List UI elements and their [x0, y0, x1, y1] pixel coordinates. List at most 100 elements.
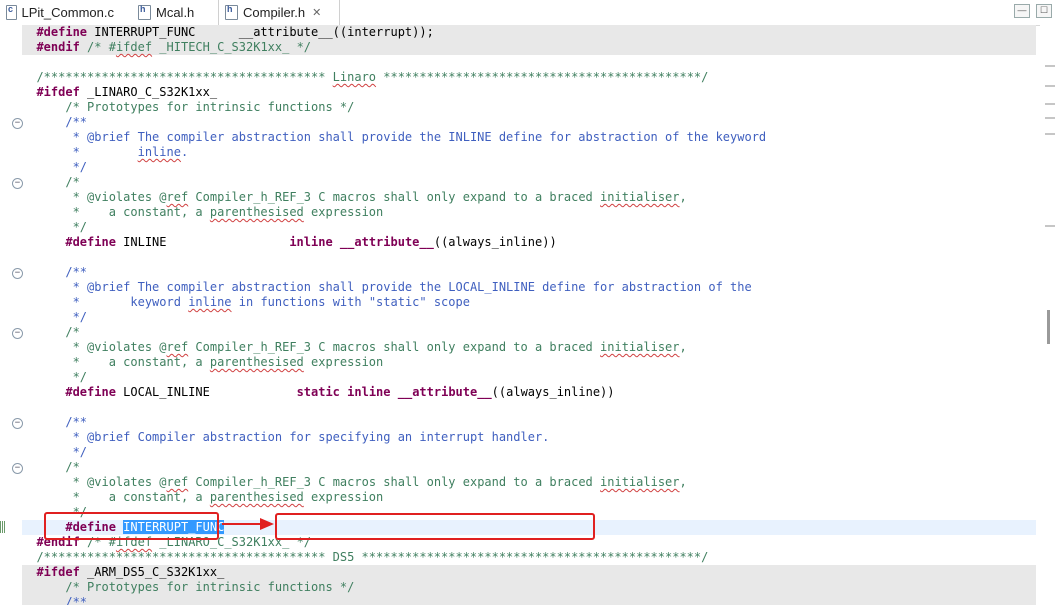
- doc-comment: * @brief The compiler abstraction shall …: [65, 130, 767, 144]
- spelling-warning: ifdef: [115, 40, 153, 54]
- comment: Linaro: [333, 70, 376, 84]
- code-line[interactable]: * @violates @ref Compiler_h_REF_3 C macr…: [22, 340, 1036, 355]
- code-line[interactable]: * a constant, a parenthesised expression: [22, 205, 1036, 220]
- comment: * a constant, a: [65, 490, 210, 504]
- comment: * @violates @: [65, 475, 167, 489]
- code-line[interactable]: */: [22, 220, 1036, 235]
- code-line[interactable]: #define LOCAL_INLINE static inline __att…: [22, 385, 1036, 400]
- comment: ref: [167, 190, 189, 204]
- doc-comment: .: [180, 145, 189, 159]
- doc-comment: *: [65, 145, 138, 159]
- comment: expression: [303, 355, 384, 369]
- comment: /* Prototypes for intrinsic functions */: [65, 100, 355, 114]
- doc-comment: */: [65, 445, 88, 459]
- tab-compiler-h[interactable]: h Compiler.h ✕: [218, 0, 340, 25]
- keyword: #define: [36, 25, 88, 39]
- tab-label: Mcal.h: [156, 5, 195, 20]
- comment: initialiser: [600, 340, 679, 354]
- overview-marker: [1045, 103, 1055, 105]
- comment: _HITECH_C_S32K1xx_ */: [152, 40, 312, 54]
- code-line[interactable]: /*: [22, 325, 1036, 340]
- code-line[interactable]: #define INLINE inline __attribute__((alw…: [22, 235, 1036, 250]
- code-line[interactable]: * @violates @ref Compiler_h_REF_3 C macr…: [22, 190, 1036, 205]
- editor-tab-bar: c LPit_Common.c h Mcal.h h Compiler.h ✕ …: [0, 0, 1058, 26]
- code-line[interactable]: * @violates @ref Compiler_h_REF_3 C macr…: [22, 475, 1036, 490]
- overview-marker: [1045, 117, 1055, 119]
- c-source-file-icon: c: [6, 4, 17, 20]
- code-line[interactable]: * @brief The compiler abstraction shall …: [22, 280, 1036, 295]
- doc-comment: inline: [138, 145, 181, 159]
- keyword: inline: [289, 235, 333, 249]
- code-line[interactable]: * keyword inline in functions with "stat…: [22, 295, 1036, 310]
- code-line[interactable]: * @brief Compiler abstraction for specif…: [22, 430, 1036, 445]
- comment: /***************************************…: [36, 550, 709, 564]
- overview-marker: [1045, 85, 1055, 87]
- spelling-warning: inline: [188, 295, 232, 309]
- annotation-empty-box: [275, 513, 595, 540]
- code-line[interactable]: [22, 250, 1036, 265]
- code-line[interactable]: /* Prototypes for intrinsic functions */: [22, 100, 1036, 115]
- comment: expression: [303, 205, 384, 219]
- code-line[interactable]: #define INTERRUPT_FUNC __attribute__((in…: [22, 25, 1036, 40]
- code-line[interactable]: /***************************************…: [22, 550, 1036, 565]
- keyword: #define: [65, 385, 116, 399]
- keyword: inline: [347, 385, 391, 399]
- code-line[interactable]: /**: [22, 415, 1036, 430]
- header-file-icon: h: [138, 4, 151, 20]
- code-line[interactable]: * a constant, a parenthesised expression: [22, 355, 1036, 370]
- doc-comment: /**: [65, 265, 88, 279]
- code-line[interactable]: #ifdef _ARM_DS5_C_S32K1xx_: [22, 565, 1036, 580]
- keyword: #endif: [36, 40, 80, 54]
- overview-marker: [1045, 65, 1055, 67]
- comment: parenthesised: [210, 355, 304, 369]
- comment: * a constant, a: [65, 355, 210, 369]
- overview-marker: [1045, 225, 1055, 227]
- vertical-scrollbar[interactable]: [1040, 25, 1058, 605]
- code-line[interactable]: [22, 400, 1036, 415]
- doc-comment: /**: [65, 415, 88, 429]
- code-line[interactable]: #endif /* #ifdef _HITECH_C_S32K1xx_ */: [22, 40, 1036, 55]
- doc-comment: in functions with "static" scope: [231, 295, 470, 309]
- spelling-warning: Linaro: [332, 70, 377, 84]
- code-line[interactable]: * @brief The compiler abstraction shall …: [22, 130, 1036, 145]
- tab-mcal-h[interactable]: h Mcal.h: [134, 0, 218, 25]
- change-marker-icon: [0, 521, 6, 533]
- keyword: __attribute__: [397, 385, 492, 399]
- code-line[interactable]: /* Prototypes for intrinsic functions */: [22, 580, 1036, 595]
- code-line[interactable]: /*: [22, 460, 1036, 475]
- comment: /* Prototypes for intrinsic functions */: [65, 580, 355, 594]
- code-line[interactable]: */: [22, 160, 1036, 175]
- spelling-warning: parenthesised: [209, 205, 304, 219]
- tab-lpit-common-c[interactable]: c LPit_Common.c: [2, 0, 114, 25]
- comment: parenthesised: [210, 490, 304, 504]
- keyword: #ifdef: [36, 85, 80, 99]
- comment: ref: [167, 475, 189, 489]
- comment: /* #: [87, 40, 116, 54]
- spelling-warning: inline: [137, 145, 181, 159]
- code-line[interactable]: * a constant, a parenthesised expression: [22, 490, 1036, 505]
- code-line[interactable]: * inline.: [22, 145, 1036, 160]
- spelling-warning: parenthesised: [209, 490, 304, 504]
- comment: ref: [167, 340, 189, 354]
- code-line[interactable]: /**: [22, 265, 1036, 280]
- scrollbar-thumb[interactable]: [1047, 310, 1050, 344]
- code-line[interactable]: /**: [22, 115, 1036, 130]
- maximize-button[interactable]: ☐: [1036, 4, 1052, 18]
- comment: initialiser: [600, 475, 679, 489]
- code-line[interactable]: */: [22, 310, 1036, 325]
- code-line[interactable]: [22, 55, 1036, 70]
- overview-marker: [1045, 133, 1055, 135]
- comment: Compiler_h_REF_3 C macros shall only exp…: [188, 340, 601, 354]
- tab-label: LPit_Common.c: [21, 5, 114, 20]
- code-line[interactable]: */: [22, 370, 1036, 385]
- close-icon[interactable]: ✕: [312, 6, 321, 19]
- code-line[interactable]: #ifdef _LINARO_C_S32K1xx_: [22, 85, 1036, 100]
- code-line[interactable]: /*: [22, 175, 1036, 190]
- minimize-button[interactable]: —: [1014, 4, 1030, 18]
- code-line[interactable]: /***************************************…: [22, 70, 1036, 85]
- code-line[interactable]: */: [22, 445, 1036, 460]
- spelling-warning: initialiser: [600, 340, 680, 354]
- code-line[interactable]: /**: [22, 595, 1036, 605]
- comment: ,: [679, 340, 687, 354]
- comment: * @violates @: [65, 340, 167, 354]
